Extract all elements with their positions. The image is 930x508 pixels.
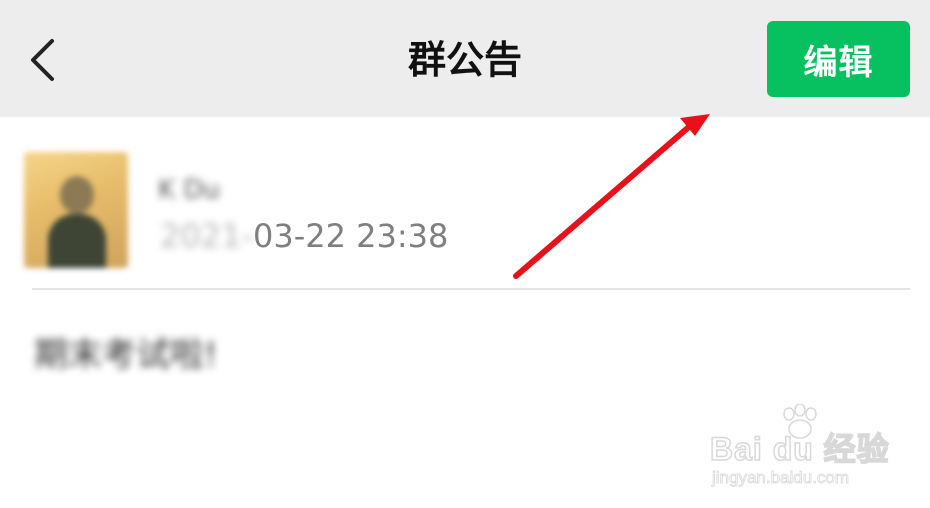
divider — [32, 288, 910, 290]
post-timestamp-date-time: 03-22 23:38 — [252, 217, 449, 255]
watermark-url: jingyan.baidu.com — [712, 468, 850, 488]
navigation-bar: 群公告 编辑 — [0, 0, 930, 117]
post-timestamp-year: 2021- — [160, 217, 253, 255]
avatar[interactable] — [24, 152, 128, 268]
baidu-jingyan-watermark: Bai du 经验 jingyan.baidu.com — [708, 404, 890, 494]
edit-button[interactable]: 编辑 — [767, 21, 910, 97]
watermark-brand: Bai du 经验 — [709, 430, 890, 468]
author-name: K Du — [158, 175, 220, 205]
announcement-text: 期末考试啦! — [34, 335, 218, 375]
post-timestamp: 2021-03-22 23:38 — [160, 214, 448, 258]
